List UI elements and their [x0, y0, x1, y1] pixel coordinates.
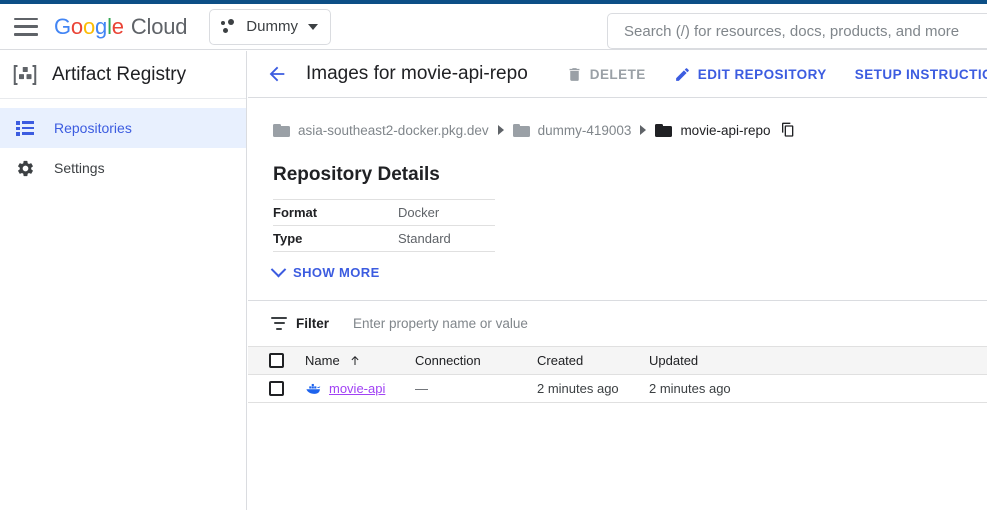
folder-icon [512, 123, 530, 137]
back-arrow-icon[interactable] [266, 63, 288, 85]
breadcrumb-label: movie-api-repo [680, 122, 771, 138]
breadcrumb: asia-southeast2-docker.pkg.dev dummy-419… [248, 108, 987, 152]
product-header: Artifact Registry [0, 51, 246, 99]
list-icon [14, 117, 36, 139]
page-actions: DELETE EDIT REPOSITORY SETUP INSTRUCTION… [566, 66, 987, 83]
breadcrumb-label: asia-southeast2-docker.pkg.dev [298, 122, 489, 138]
gear-icon [14, 157, 36, 179]
filter-label: Filter [296, 316, 330, 331]
row-select-cell [248, 381, 305, 396]
breadcrumb-label: dummy-419003 [537, 122, 632, 138]
search-box[interactable] [607, 13, 987, 49]
sidebar-item-repositories[interactable]: Repositories [0, 108, 246, 148]
logo-letter: o [82, 13, 96, 39]
project-picker[interactable]: Dummy [209, 8, 332, 45]
google-cloud-logo[interactable]: Google Cloud [54, 14, 187, 40]
product-title: Artifact Registry [52, 63, 187, 85]
select-all-cell [248, 353, 305, 368]
edit-repository-label: EDIT REPOSITORY [697, 66, 827, 82]
sidebar-item-settings[interactable]: Settings [0, 148, 246, 188]
hamburger-menu-icon[interactable] [14, 17, 38, 36]
logo-letter: g [95, 13, 108, 39]
search-input[interactable] [622, 21, 987, 41]
logo-letter: o [70, 13, 83, 39]
artifact-registry-icon [13, 64, 37, 85]
docker-icon [306, 383, 321, 394]
select-all-checkbox[interactable] [269, 353, 284, 368]
delete-button-label: DELETE [589, 66, 646, 82]
filter-icon[interactable] [271, 316, 287, 331]
column-label: Created [537, 353, 584, 368]
logo-suffix: Cloud [130, 13, 188, 39]
delete-button[interactable]: DELETE [566, 66, 646, 83]
breadcrumb-item-registry[interactable]: asia-southeast2-docker.pkg.dev [273, 123, 489, 138]
sidebar-item-label: Settings [54, 160, 105, 176]
page-title: Images for movie-api-repo [306, 63, 528, 84]
details-table: Format Docker Type Standard [273, 199, 495, 252]
folder-icon [655, 123, 673, 137]
details-key: Type [273, 231, 303, 246]
logo-letter: e [111, 13, 124, 39]
filter-bar: Filter [248, 300, 987, 346]
global-header: Google Cloud Dummy [0, 4, 987, 50]
column-header-name[interactable]: Name [305, 353, 415, 368]
created-value: 2 minutes ago [537, 380, 619, 396]
connection-value: — [415, 380, 428, 396]
details-value: Standard [398, 231, 451, 246]
breadcrumb-item-repo[interactable]: movie-api-repo [655, 123, 770, 138]
column-label: Updated [649, 353, 699, 368]
cell-created: 2 minutes ago [537, 380, 649, 398]
repository-details: Repository Details Format Docker Type St… [248, 164, 987, 280]
project-picker-label: Dummy [246, 18, 298, 35]
table-row[interactable]: movie-api — 2 minutes ago 2 minutes ago [248, 375, 987, 403]
row-checkbox[interactable] [269, 381, 284, 396]
details-key: Format [273, 205, 318, 220]
details-heading: Repository Details [273, 164, 440, 185]
folder-icon [273, 123, 290, 137]
setup-instructions-label: SETUP INSTRUCTIONS [854, 66, 987, 82]
images-table: Name Connection Created Updated movie-ap… [248, 346, 987, 403]
breadcrumb-item-project[interactable]: dummy-419003 [512, 122, 632, 138]
filter-input[interactable] [351, 315, 732, 332]
main-content: Images for movie-api-repo DELETE EDIT RE… [248, 51, 987, 510]
chevron-right-icon [497, 125, 504, 135]
image-name-link[interactable]: movie-api [329, 381, 385, 396]
column-header-updated[interactable]: Updated [649, 353, 779, 368]
trash-icon [569, 67, 580, 81]
column-label: Connection [415, 353, 481, 368]
cell-updated: 2 minutes ago [649, 380, 779, 398]
show-more-label: SHOW MORE [293, 265, 380, 280]
column-header-connection[interactable]: Connection [415, 353, 537, 368]
column-label: Name [305, 353, 340, 368]
details-row: Format Docker [273, 199, 495, 226]
copy-icon[interactable] [780, 122, 796, 138]
pencil-icon [675, 67, 689, 81]
show-more-button[interactable]: SHOW MORE [270, 261, 403, 280]
search-container [607, 13, 987, 49]
table-header-row: Name Connection Created Updated [248, 346, 987, 375]
page-header: Images for movie-api-repo DELETE EDIT RE… [248, 51, 987, 98]
arrow-up-icon [351, 356, 359, 365]
chevron-down-icon [307, 23, 318, 30]
project-dots-icon [221, 18, 237, 35]
sidebar-item-label: Repositories [54, 120, 132, 136]
cell-name: movie-api [305, 381, 415, 396]
updated-value: 2 minutes ago [649, 380, 731, 396]
details-value: Docker [398, 205, 440, 220]
chevron-right-icon [640, 125, 647, 135]
sidebar: Artifact Registry Repositories Settings [0, 51, 247, 510]
setup-instructions-button[interactable]: SETUP INSTRUCTIONS [855, 67, 987, 82]
column-header-created[interactable]: Created [537, 353, 649, 368]
cell-connection: — [415, 380, 537, 398]
logo-letter: G [54, 13, 71, 39]
details-row: Type Standard [273, 225, 495, 252]
edit-repository-button[interactable]: EDIT REPOSITORY [674, 66, 827, 83]
chevron-down-icon [270, 261, 287, 278]
